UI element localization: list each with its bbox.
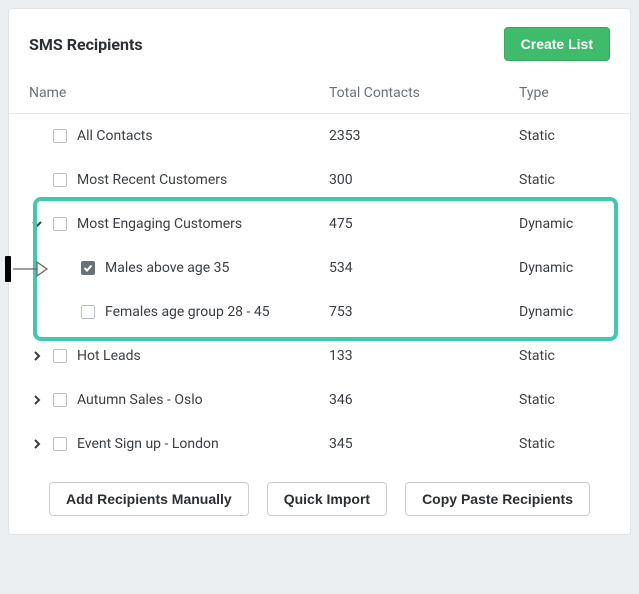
row-checkbox[interactable] bbox=[81, 305, 95, 319]
row-name: All Contacts bbox=[77, 128, 153, 144]
table-row[interactable]: Autumn Sales - Oslo 346Static bbox=[9, 378, 630, 422]
table-row[interactable]: Most Engaging Customers 475Dynamic bbox=[9, 202, 630, 246]
row-checkbox[interactable] bbox=[53, 393, 67, 407]
create-list-button[interactable]: Create List bbox=[504, 27, 610, 61]
row-total: 345 bbox=[329, 436, 519, 452]
table-row[interactable]: Hot Leads 133Static bbox=[9, 334, 630, 378]
row-total: 753 bbox=[329, 304, 519, 320]
row-type: Static bbox=[519, 348, 610, 364]
column-header-name: Name bbox=[29, 85, 329, 101]
row-name: Males above age 35 bbox=[105, 260, 229, 276]
row-name: Event Sign up - London bbox=[77, 436, 219, 452]
panel-title: SMS Recipients bbox=[29, 35, 143, 54]
row-type: Static bbox=[519, 392, 610, 408]
row-name: Most Recent Customers bbox=[77, 172, 227, 188]
chevron-down-icon[interactable] bbox=[29, 219, 45, 229]
row-total: 2353 bbox=[329, 128, 519, 144]
row-type: Static bbox=[519, 172, 610, 188]
row-type: Static bbox=[519, 128, 610, 144]
row-checkbox[interactable] bbox=[53, 217, 67, 231]
column-header-type: Type bbox=[519, 85, 610, 101]
table-row[interactable]: Females age group 28 - 45 753Dynamic bbox=[9, 290, 630, 334]
chevron-right-icon[interactable] bbox=[29, 439, 45, 449]
row-checkbox[interactable] bbox=[53, 129, 67, 143]
row-type: Dynamic bbox=[519, 304, 610, 320]
table-row[interactable]: All Contacts 2353Static bbox=[9, 114, 630, 158]
row-checkbox[interactable] bbox=[53, 437, 67, 451]
row-checkbox[interactable] bbox=[81, 261, 95, 275]
table-row[interactable]: Males above age 35 534Dynamic bbox=[9, 246, 630, 290]
row-total: 346 bbox=[329, 392, 519, 408]
row-total: 475 bbox=[329, 216, 519, 232]
row-name: Autumn Sales - Oslo bbox=[77, 392, 203, 408]
row-type: Static bbox=[519, 436, 610, 452]
chevron-right-icon[interactable] bbox=[29, 395, 45, 405]
row-total: 300 bbox=[329, 172, 519, 188]
row-checkbox[interactable] bbox=[53, 173, 67, 187]
quick-import-button[interactable]: Quick Import bbox=[267, 482, 387, 516]
row-total: 133 bbox=[329, 348, 519, 364]
sms-recipients-panel: SMS Recipients Create List Name Total Co… bbox=[8, 8, 631, 535]
column-header-total: Total Contacts bbox=[329, 85, 519, 101]
row-checkbox[interactable] bbox=[53, 349, 67, 363]
table-body: All Contacts2353Static Most Recent Custo… bbox=[9, 114, 630, 466]
chevron-right-icon[interactable] bbox=[29, 351, 45, 361]
table-row[interactable]: Most Recent Customers 300Static bbox=[9, 158, 630, 202]
row-name: Females age group 28 - 45 bbox=[105, 304, 270, 320]
footer-actions: Add Recipients Manually Quick Import Cop… bbox=[9, 466, 630, 516]
add-recipients-manually-button[interactable]: Add Recipients Manually bbox=[49, 482, 249, 516]
row-total: 534 bbox=[329, 260, 519, 276]
copy-paste-recipients-button[interactable]: Copy Paste Recipients bbox=[405, 482, 590, 516]
panel-header: SMS Recipients Create List bbox=[9, 9, 630, 75]
table-row[interactable]: Event Sign up - London 345Static bbox=[9, 422, 630, 466]
row-type: Dynamic bbox=[519, 260, 610, 276]
table-header-row: Name Total Contacts Type bbox=[9, 75, 630, 114]
row-name: Hot Leads bbox=[77, 348, 141, 364]
row-name: Most Engaging Customers bbox=[77, 216, 242, 232]
row-type: Dynamic bbox=[519, 216, 610, 232]
